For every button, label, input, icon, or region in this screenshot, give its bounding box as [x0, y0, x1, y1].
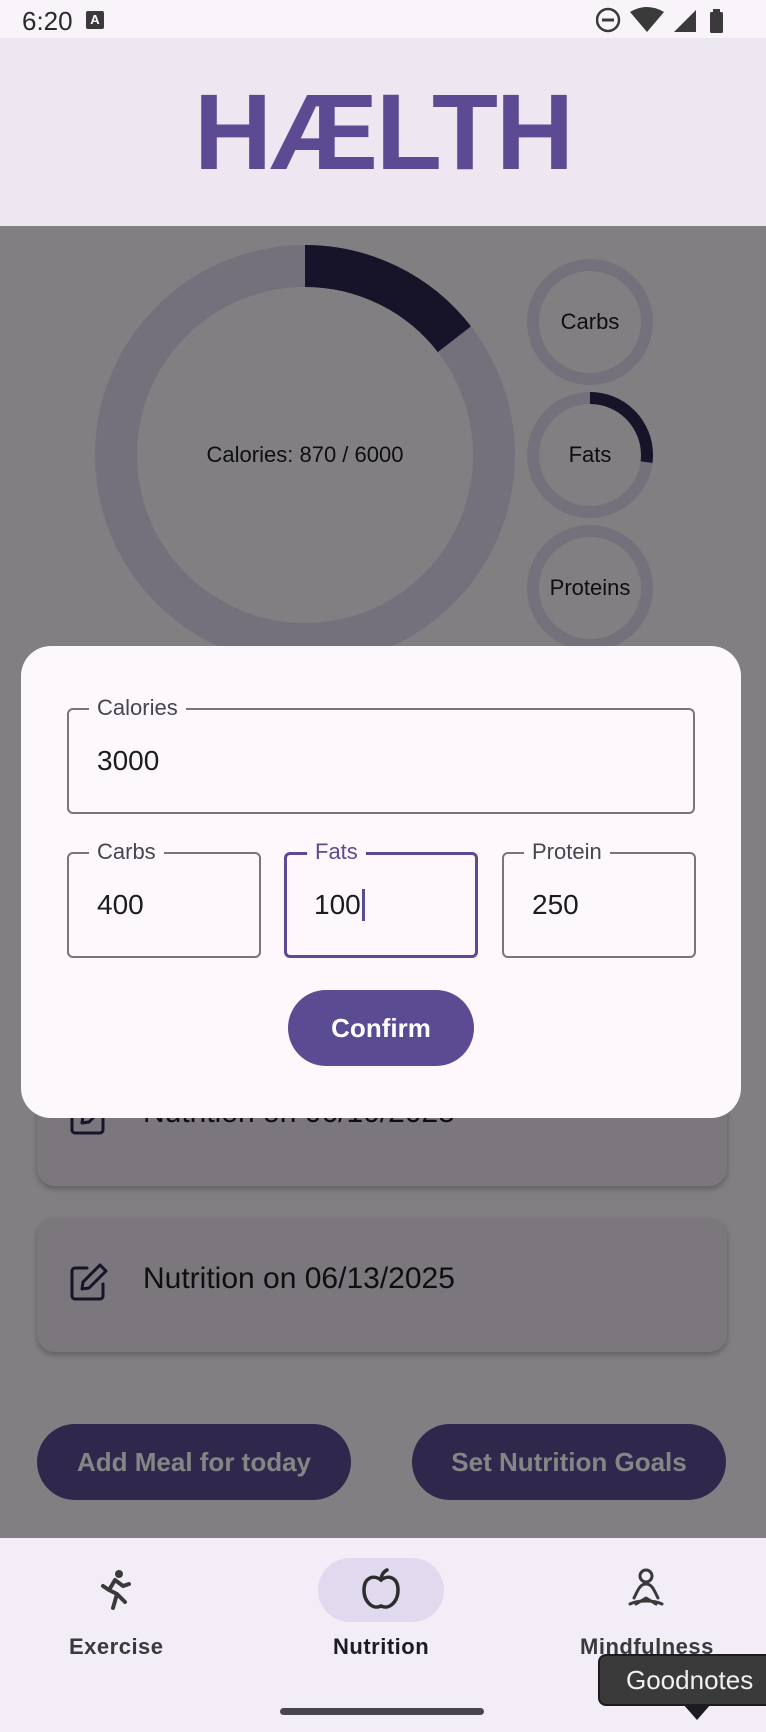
signal-icon: [674, 10, 696, 32]
status-bar: 6:20 A: [0, 0, 766, 38]
tooltip-tail: [683, 1704, 711, 1720]
nutrition-goals-dialog: Calories 3000 Carbs 400 Fats 100 Protein…: [21, 646, 741, 1118]
wifi-icon: [630, 7, 664, 32]
status-icons: [596, 7, 723, 33]
dnd-icon: [596, 7, 621, 33]
text-caret: [361, 889, 365, 921]
fats-field-value: 100: [314, 889, 361, 920]
notification-a-icon: A: [86, 11, 104, 29]
nav-label-nutrition: Nutrition: [333, 1634, 430, 1659]
battery-icon: [710, 9, 723, 33]
home-indicator[interactable]: [280, 1708, 484, 1715]
carbs-field-value: 400: [97, 889, 144, 920]
protein-field[interactable]: Protein 250: [502, 837, 696, 958]
calories-field[interactable]: Calories 3000: [67, 693, 695, 814]
app-logo: HÆLTH: [194, 71, 574, 192]
apple-icon: [362, 1568, 400, 1609]
meditation-icon: [628, 1568, 664, 1606]
fats-field-value-wrap: 100: [314, 855, 365, 955]
goodnotes-tooltip: Goodnotes: [598, 1654, 766, 1706]
fats-field[interactable]: Fats 100: [284, 837, 478, 958]
carbs-field[interactable]: Carbs 400: [67, 837, 261, 958]
running-person-icon: [101, 1570, 131, 1610]
protein-field-value: 250: [532, 889, 579, 920]
app-header: HÆLTH: [0, 38, 766, 226]
nav-label-exercise: Exercise: [69, 1634, 164, 1659]
calories-field-value: 3000: [97, 745, 160, 776]
confirm-button[interactable]: Confirm: [288, 990, 474, 1066]
status-time: 6:20: [22, 6, 73, 36]
